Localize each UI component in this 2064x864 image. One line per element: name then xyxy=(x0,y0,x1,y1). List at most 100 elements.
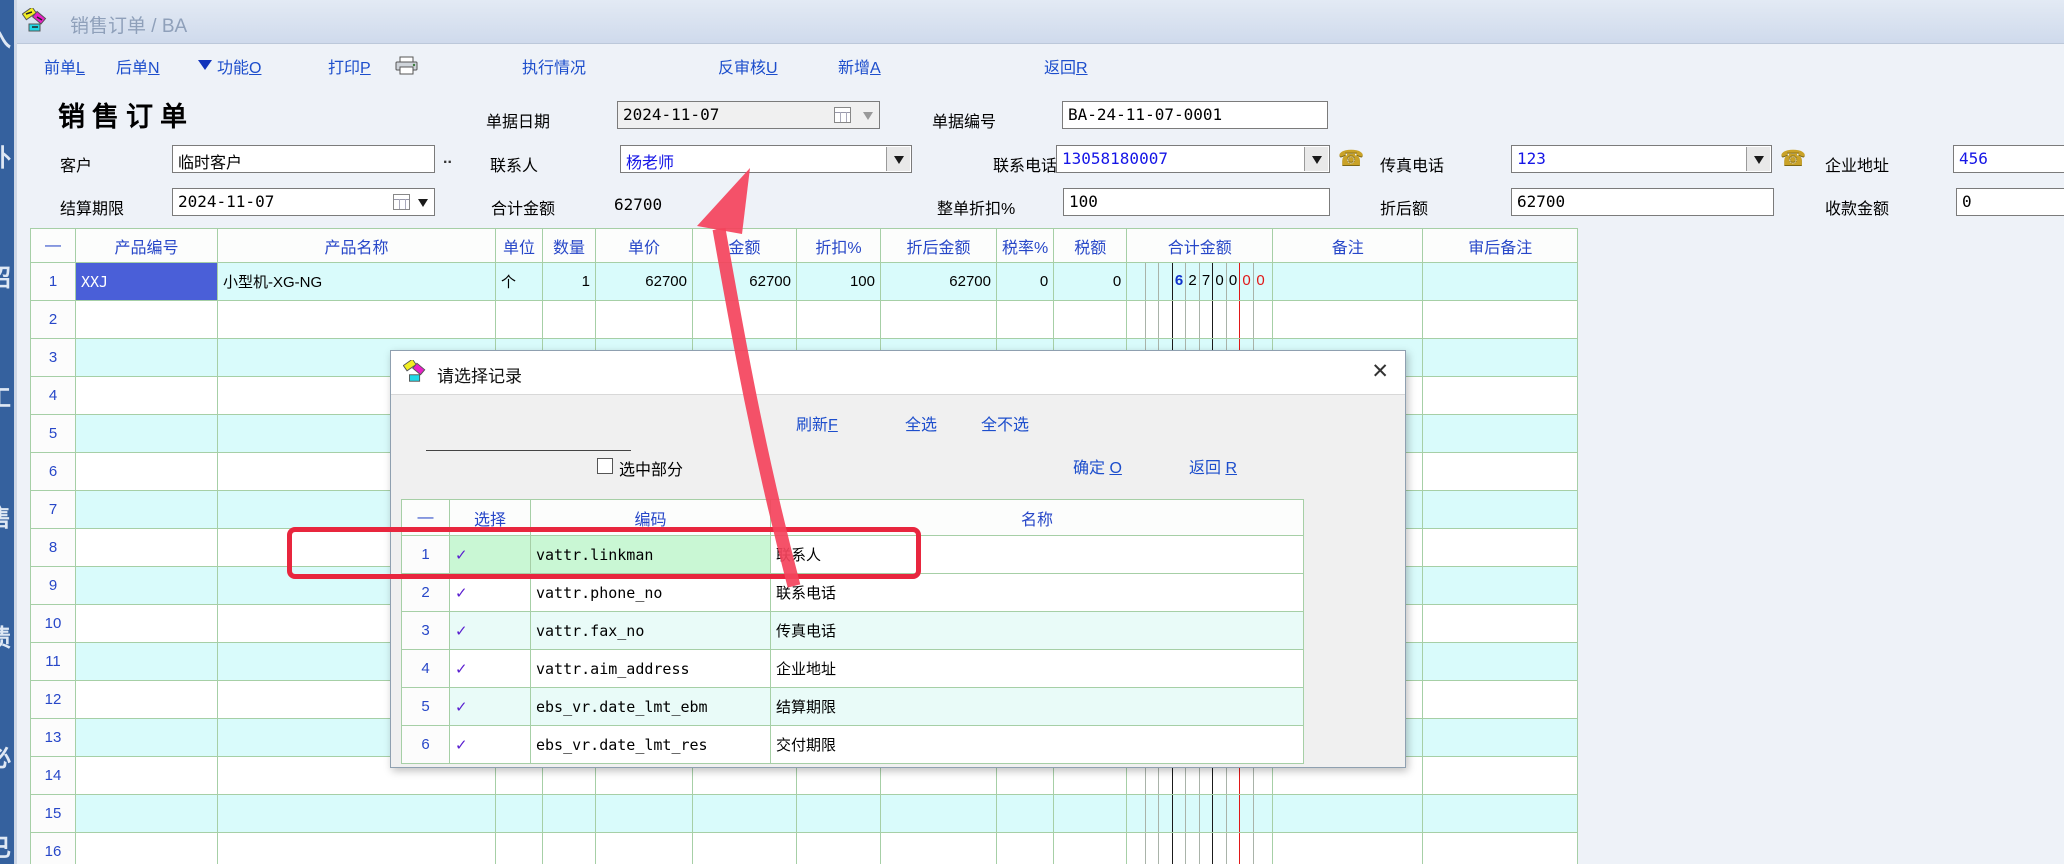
cell-name[interactable]: 传真电话 xyxy=(771,612,1304,650)
toolbar-print-button[interactable]: 打印P xyxy=(328,54,371,78)
cell-tax_rate[interactable] xyxy=(997,833,1054,864)
cell-note[interactable] xyxy=(1273,301,1423,339)
cell-code[interactable] xyxy=(76,453,218,491)
left-nav-char[interactable]: 外 xyxy=(0,138,11,173)
cell-qty[interactable] xyxy=(543,301,596,339)
left-nav-char[interactable]: 工 xyxy=(0,378,11,413)
cell-qty[interactable] xyxy=(543,795,596,833)
record-row[interactable]: 2✓vattr.phone_no联系电话 xyxy=(402,574,1304,612)
cell-audit_note[interactable] xyxy=(1423,643,1578,681)
cell-qty[interactable] xyxy=(543,833,596,864)
cell-qty[interactable]: 1 xyxy=(543,263,596,301)
left-nav-char[interactable]: 必 xyxy=(0,738,11,773)
cell-name[interactable]: 企业地址 xyxy=(771,650,1304,688)
toolbar-next-button[interactable]: 后单N xyxy=(116,54,160,78)
phone-dropdown-button[interactable] xyxy=(1304,147,1328,171)
cell-tax_rate[interactable] xyxy=(997,795,1054,833)
cell-note[interactable] xyxy=(1273,833,1423,864)
cell-after_amount[interactable] xyxy=(881,833,997,864)
cell-total-digit-grid[interactable]: 6270000 xyxy=(1127,263,1273,301)
cell-unit[interactable] xyxy=(496,301,543,339)
refresh-link[interactable]: 刷新F xyxy=(796,411,838,435)
after-discount-field[interactable]: 62700 xyxy=(1511,188,1774,216)
cell-code[interactable]: ebs_vr.date_lmt_ebm xyxy=(531,688,771,726)
cell-audit_note[interactable] xyxy=(1423,263,1578,301)
cell-price[interactable] xyxy=(596,795,693,833)
cell-check[interactable]: ✓ xyxy=(450,612,531,650)
cell-code[interactable] xyxy=(76,681,218,719)
left-nav-char[interactable]: 入 xyxy=(0,18,11,53)
cell-code[interactable]: XXJ xyxy=(76,263,218,301)
cell-name[interactable]: 结算期限 xyxy=(771,688,1304,726)
cell-unit[interactable]: 个 xyxy=(496,263,543,301)
date-field[interactable]: 2024-11-07 xyxy=(617,101,880,129)
cell-check[interactable]: ✓ xyxy=(450,726,531,764)
phone-icon[interactable]: ☎ xyxy=(1338,146,1364,171)
customer-field[interactable]: 临时客户 xyxy=(172,145,435,173)
record-row[interactable]: 4✓vattr.aim_address企业地址 xyxy=(402,650,1304,688)
cell-audit_note[interactable] xyxy=(1423,567,1578,605)
cell-amount[interactable] xyxy=(693,795,797,833)
cell-discount[interactable] xyxy=(797,833,881,864)
cell-code[interactable] xyxy=(76,795,218,833)
left-nav-char[interactable]: 招 xyxy=(0,258,11,293)
cell-name[interactable]: 交付期限 xyxy=(771,726,1304,764)
toolbar-return-button[interactable]: 返回R xyxy=(1044,54,1088,78)
cell-code[interactable] xyxy=(76,529,218,567)
linkman-combo[interactable]: 杨老师 xyxy=(620,145,912,173)
cell-audit_note[interactable] xyxy=(1423,415,1578,453)
cell-tax_rate[interactable]: 0 xyxy=(997,263,1054,301)
cell-total-digit-grid[interactable] xyxy=(1127,833,1273,864)
linkman-dropdown-button[interactable] xyxy=(886,147,910,171)
cell-price[interactable]: 62700 xyxy=(596,263,693,301)
cell-audit_note[interactable] xyxy=(1423,301,1578,339)
toolbar-prev-button[interactable]: 前单L xyxy=(44,54,85,78)
cell-code[interactable] xyxy=(76,833,218,864)
cell-after_amount[interactable] xyxy=(881,301,997,339)
select-none-link[interactable]: 全不选 xyxy=(981,411,1029,435)
cell-code[interactable]: vattr.phone_no xyxy=(531,574,771,612)
cell-code[interactable] xyxy=(76,339,218,377)
cell-check[interactable]: ✓ xyxy=(450,574,531,612)
ok-button[interactable]: 确定 O xyxy=(1073,454,1122,478)
cell-amount[interactable] xyxy=(693,301,797,339)
back-button[interactable]: 返回 R xyxy=(1189,454,1237,478)
cell-name[interactable] xyxy=(218,795,496,833)
left-nav-char[interactable]: 售 xyxy=(0,498,11,533)
fax-phone-icon[interactable]: ☎ xyxy=(1780,146,1806,171)
cell-tax[interactable]: 0 xyxy=(1054,263,1127,301)
docno-field[interactable]: BA-24-11-07-0001 xyxy=(1062,101,1328,129)
record-row[interactable]: 3✓vattr.fax_no传真电话 xyxy=(402,612,1304,650)
cell-audit_note[interactable] xyxy=(1423,719,1578,757)
cell-code[interactable] xyxy=(76,605,218,643)
cell-name[interactable]: 小型机-XG-NG xyxy=(218,263,496,301)
left-nav-char[interactable]: 债 xyxy=(0,618,11,653)
cell-audit_note[interactable] xyxy=(1423,491,1578,529)
settle-dropdown-button[interactable] xyxy=(413,190,433,214)
settle-field[interactable]: 2024-11-07 xyxy=(172,188,435,216)
cell-name[interactable] xyxy=(218,833,496,864)
cell-unit[interactable] xyxy=(496,795,543,833)
cell-code[interactable] xyxy=(76,719,218,757)
cell-audit_note[interactable] xyxy=(1423,339,1578,377)
close-icon[interactable]: ✕ xyxy=(1371,359,1389,384)
toolbar-function-button[interactable]: 功能O xyxy=(217,54,261,78)
cell-total-digit-grid[interactable] xyxy=(1127,795,1273,833)
cell-after_amount[interactable] xyxy=(881,795,997,833)
cell-tax[interactable] xyxy=(1054,795,1127,833)
cell-code[interactable] xyxy=(76,757,218,795)
phone-combo[interactable]: 13058180007 xyxy=(1056,145,1330,173)
record-row[interactable]: 5✓ebs_vr.date_lmt_ebm结算期限 xyxy=(402,688,1304,726)
address-field[interactable]: 456 xyxy=(1953,145,2064,173)
filter-input[interactable] xyxy=(426,429,631,451)
toolbar-execution-button[interactable]: 执行情况 xyxy=(522,54,586,78)
customer-browse-button[interactable]: .. xyxy=(443,150,452,168)
cell-discount[interactable]: 100 xyxy=(797,263,881,301)
cell-audit_note[interactable] xyxy=(1423,605,1578,643)
cell-code[interactable] xyxy=(76,377,218,415)
cell-tax_rate[interactable] xyxy=(997,301,1054,339)
cell-name[interactable] xyxy=(218,301,496,339)
cell-discount[interactable] xyxy=(797,795,881,833)
cell-amount[interactable]: 62700 xyxy=(693,263,797,301)
toolbar-unaudit-button[interactable]: 反审核U xyxy=(718,54,778,78)
